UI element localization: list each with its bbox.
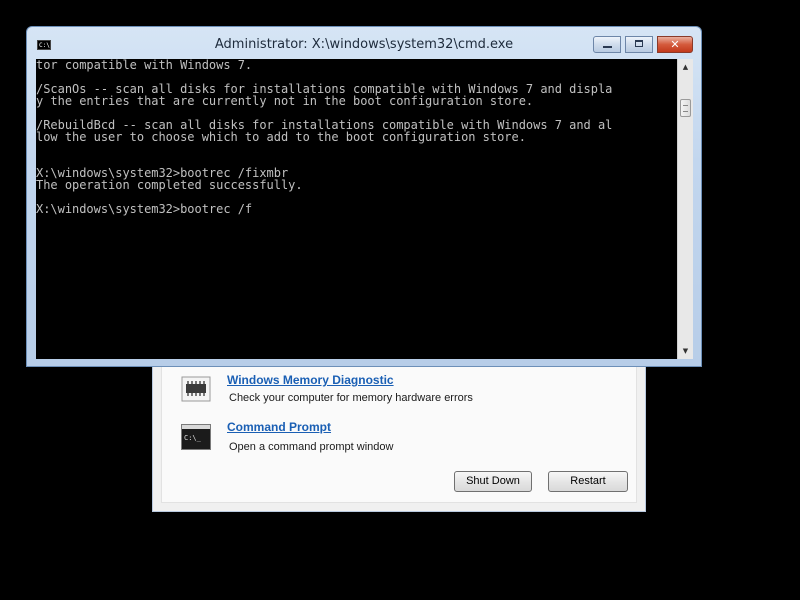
console-line: X:\windows\system32>bootrec /f	[36, 202, 253, 216]
vertical-scrollbar[interactable]: ▲ ▼	[677, 59, 693, 359]
console-line: tor compatible with Windows 7.	[36, 59, 253, 72]
command-prompt-link[interactable]: Command Prompt	[227, 420, 331, 434]
console-line: low the user to choose which to add to t…	[36, 130, 526, 144]
maximize-icon	[635, 40, 643, 47]
memory-diagnostic-link[interactable]: Windows Memory Diagnostic	[227, 373, 394, 387]
close-icon: ✕	[670, 38, 680, 51]
memory-diagnostic-description: Check your computer for memory hardware …	[229, 392, 473, 404]
scroll-up-arrow-icon[interactable]: ▲	[678, 59, 693, 75]
scroll-down-arrow-icon[interactable]: ▼	[678, 343, 693, 359]
restart-button[interactable]: Restart	[548, 471, 628, 492]
memory-chip-icon[interactable]	[181, 376, 211, 402]
console-output[interactable]: tor compatible with Windows 7./ScanOs --…	[36, 59, 677, 359]
command-prompt-icon[interactable]: C:\_	[181, 424, 211, 450]
minimize-button[interactable]	[593, 36, 621, 53]
console-line: y the entries that are currently not in …	[36, 94, 534, 108]
console-text: tor compatible with Windows 7./ScanOs --…	[36, 59, 677, 215]
console-line: The operation completed successfully.	[36, 178, 303, 192]
minimize-icon	[603, 46, 612, 48]
cmd-window[interactable]: C:\ Administrator: X:\windows\system32\c…	[26, 26, 702, 367]
command-prompt-icon-text: C:\_	[184, 434, 202, 442]
maximize-button[interactable]	[625, 36, 653, 53]
close-button[interactable]: ✕	[657, 36, 693, 53]
title-bar[interactable]: C:\ Administrator: X:\windows\system32\c…	[27, 27, 701, 59]
scroll-thumb[interactable]	[680, 99, 691, 117]
shut-down-button[interactable]: Shut Down	[454, 471, 532, 492]
command-prompt-description: Open a command prompt window	[229, 441, 394, 453]
